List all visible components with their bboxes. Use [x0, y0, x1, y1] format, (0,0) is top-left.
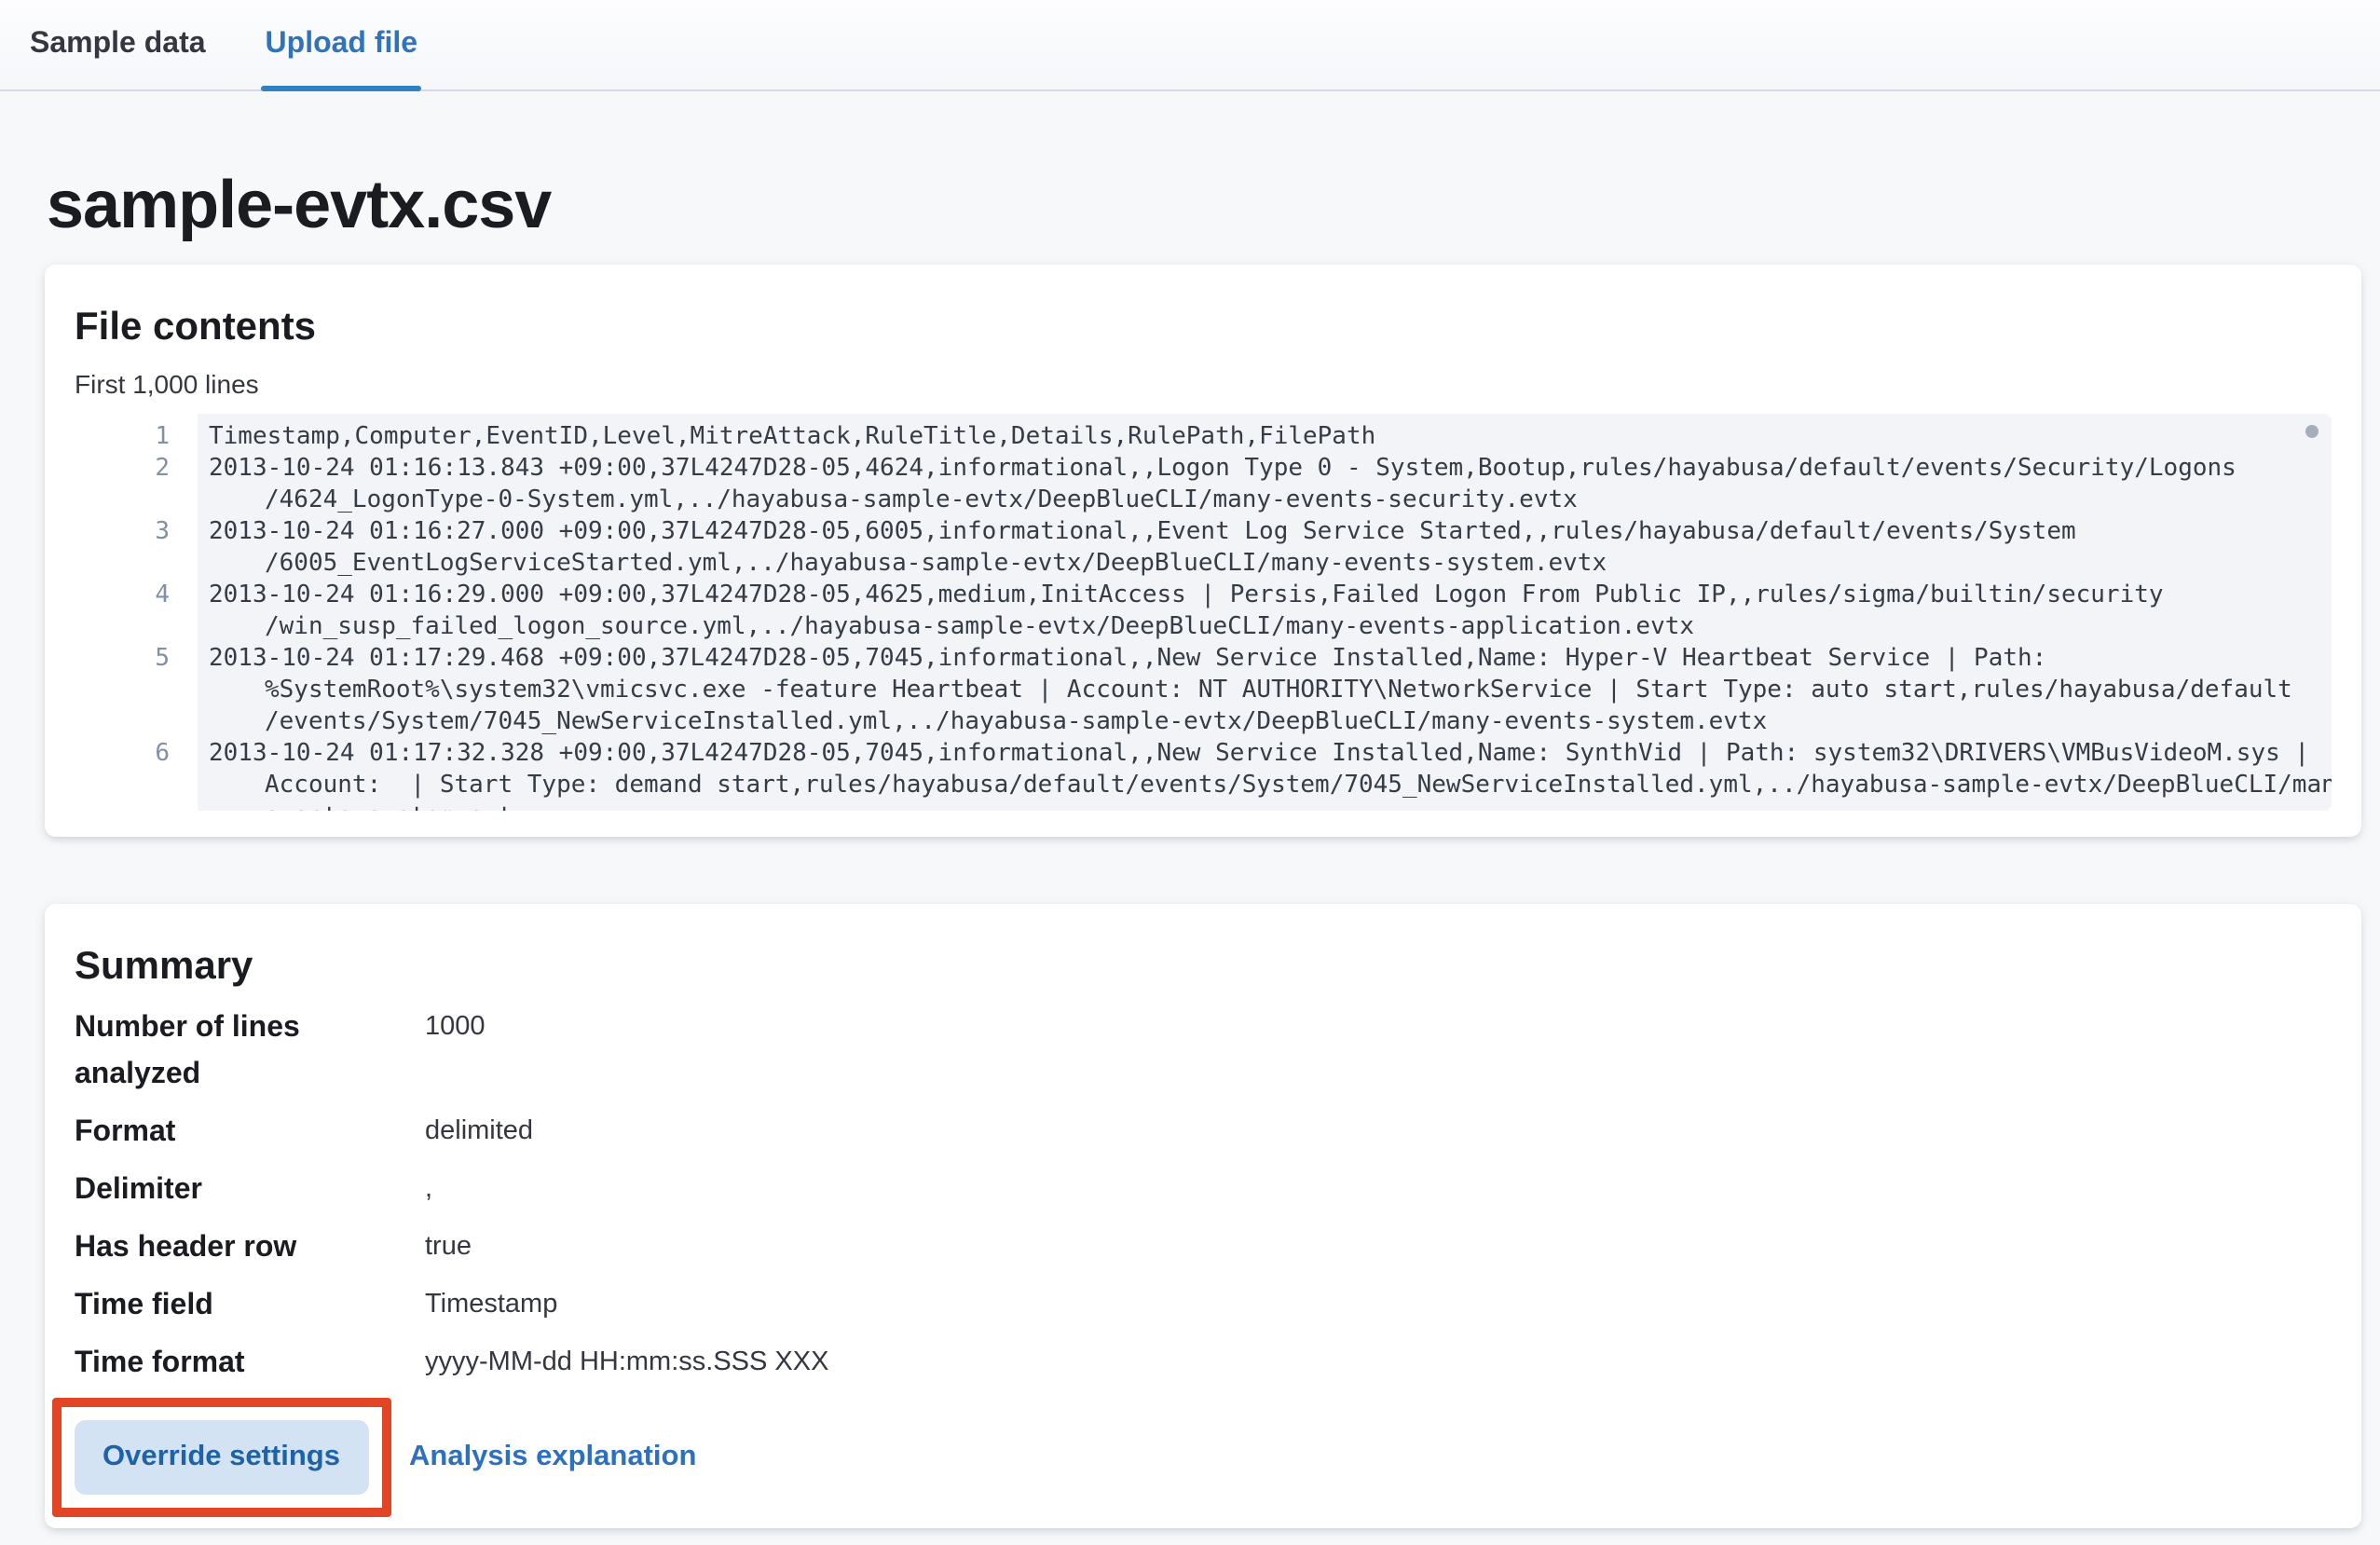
line-number-spacer: [75, 706, 198, 738]
code-line-row: 1Timestamp,Computer,EventID,Level,MitreA…: [75, 414, 2332, 453]
scrollbar-thumb-icon[interactable]: [2305, 425, 2318, 438]
summary-panel: Summary Number of lines analyzed1000Form…: [45, 904, 2361, 1528]
summary-row-value: yyyy-MM-dd HH:mm:ss.SSS XXX: [425, 1340, 828, 1387]
page-title: sample-evtx.csv: [47, 164, 2380, 246]
tab-sample-data-label: Sample data: [30, 28, 206, 62]
summary-row-label: Number of lines analyzed: [75, 1005, 425, 1098]
code-line-text: Account: | Start Type: demand start,rule…: [198, 770, 2332, 801]
code-lines: 1Timestamp,Computer,EventID,Level,MitreA…: [75, 414, 2332, 811]
line-number-spacer: [75, 611, 198, 643]
override-settings-button[interactable]: Override settings: [75, 1420, 368, 1495]
summary-row: Formatdelimited: [75, 1109, 2332, 1155]
line-number: 5: [75, 643, 198, 675]
summary-heading: Summary: [75, 941, 2332, 993]
summary-row: Number of lines analyzed1000: [75, 1005, 2332, 1098]
code-line-text: %SystemRoot%\system32\vmicsvc.exe -featu…: [198, 675, 2332, 706]
summary-actions: Override settings Analysis explanation: [75, 1398, 2332, 1517]
summary-row-value: ,: [425, 1167, 432, 1213]
file-contents-panel: File contents First 1,000 lines 1Timesta…: [45, 265, 2361, 837]
code-line-row: 22013-10-24 01:16:13.843 +09:00,37L4247D…: [75, 453, 2332, 485]
summary-row: Time fieldTimestamp: [75, 1282, 2332, 1329]
line-number: 1: [75, 414, 198, 453]
code-line-text: /4624_LogonType-0-System.yml,../hayabusa…: [198, 485, 2332, 516]
summary-row-label: Format: [75, 1109, 425, 1155]
summary-row-value: 1000: [425, 1005, 486, 1098]
code-line-row: 52013-10-24 01:17:29.468 +09:00,37L4247D…: [75, 643, 2332, 675]
code-line-text: events-system.evtx: [198, 801, 2332, 811]
line-number-spacer: [75, 548, 198, 580]
summary-row-label: Time field: [75, 1282, 425, 1329]
code-line-text: Timestamp,Computer,EventID,Level,MitreAt…: [198, 414, 2332, 453]
line-number-spacer: [75, 675, 198, 706]
code-line-row: /4624_LogonType-0-System.yml,../hayabusa…: [75, 485, 2332, 516]
code-line-text: 2013-10-24 01:16:27.000 +09:00,37L4247D2…: [198, 516, 2332, 548]
annotation-highlight-box: Override settings: [52, 1398, 390, 1517]
summary-row-value: delimited: [425, 1109, 533, 1155]
summary-row-label: Time format: [75, 1340, 425, 1387]
file-contents-subtitle: First 1,000 lines: [75, 365, 2332, 403]
active-tab-underline: [262, 86, 422, 91]
code-line-row: %SystemRoot%\system32\vmicsvc.exe -featu…: [75, 675, 2332, 706]
code-line-text: 2013-10-24 01:16:13.843 +09:00,37L4247D2…: [198, 453, 2332, 485]
line-number: 6: [75, 738, 198, 770]
summary-list: Number of lines analyzed1000Formatdelimi…: [75, 1005, 2332, 1387]
tab-bar: Sample data Upload file: [0, 0, 2380, 91]
code-line-row: 62013-10-24 01:17:32.328 +09:00,37L4247D…: [75, 738, 2332, 770]
tab-upload-file[interactable]: Upload file: [266, 0, 418, 89]
code-block[interactable]: 1Timestamp,Computer,EventID,Level,MitreA…: [75, 414, 2332, 811]
code-line-row: /6005_EventLogServiceStarted.yml,../haya…: [75, 548, 2332, 580]
code-line-text: /win_susp_failed_logon_source.yml,../hay…: [198, 611, 2332, 643]
line-number-spacer: [75, 485, 198, 516]
tab-sample-data[interactable]: Sample data: [30, 0, 206, 89]
code-line-row: /events/System/7045_NewServiceInstalled.…: [75, 706, 2332, 738]
summary-row-value: Timestamp: [425, 1282, 557, 1329]
code-line-row: /win_susp_failed_logon_source.yml,../hay…: [75, 611, 2332, 643]
summary-row: Delimiter,: [75, 1167, 2332, 1213]
line-number: 3: [75, 516, 198, 548]
summary-row-label: Has header row: [75, 1224, 425, 1271]
code-line-text: 2013-10-24 01:17:32.328 +09:00,37L4247D2…: [198, 738, 2332, 770]
code-line-text: 2013-10-24 01:16:29.000 +09:00,37L4247D2…: [198, 580, 2332, 611]
line-number-spacer: [75, 770, 198, 801]
summary-row-value: true: [425, 1224, 472, 1271]
analysis-explanation-link[interactable]: Analysis explanation: [409, 1441, 696, 1474]
line-number: 2: [75, 453, 198, 485]
line-number: 4: [75, 580, 198, 611]
tab-upload-file-label: Upload file: [266, 28, 418, 62]
summary-row: Time formatyyyy-MM-dd HH:mm:ss.SSS XXX: [75, 1340, 2332, 1387]
summary-row-label: Delimiter: [75, 1167, 425, 1213]
code-line-row: events-system.evtx: [75, 801, 2332, 811]
code-line-row: Account: | Start Type: demand start,rule…: [75, 770, 2332, 801]
summary-row: Has header rowtrue: [75, 1224, 2332, 1271]
page: Sample data Upload file sample-evtx.csv …: [0, 0, 2380, 1545]
code-line-row: 32013-10-24 01:16:27.000 +09:00,37L4247D…: [75, 516, 2332, 548]
line-number-spacer: [75, 801, 198, 811]
code-line-text: 2013-10-24 01:17:29.468 +09:00,37L4247D2…: [198, 643, 2332, 675]
code-line-row: 42013-10-24 01:16:29.000 +09:00,37L4247D…: [75, 580, 2332, 611]
file-contents-heading: File contents: [75, 302, 2332, 354]
code-line-text: /events/System/7045_NewServiceInstalled.…: [198, 706, 2332, 738]
code-line-text: /6005_EventLogServiceStarted.yml,../haya…: [198, 548, 2332, 580]
